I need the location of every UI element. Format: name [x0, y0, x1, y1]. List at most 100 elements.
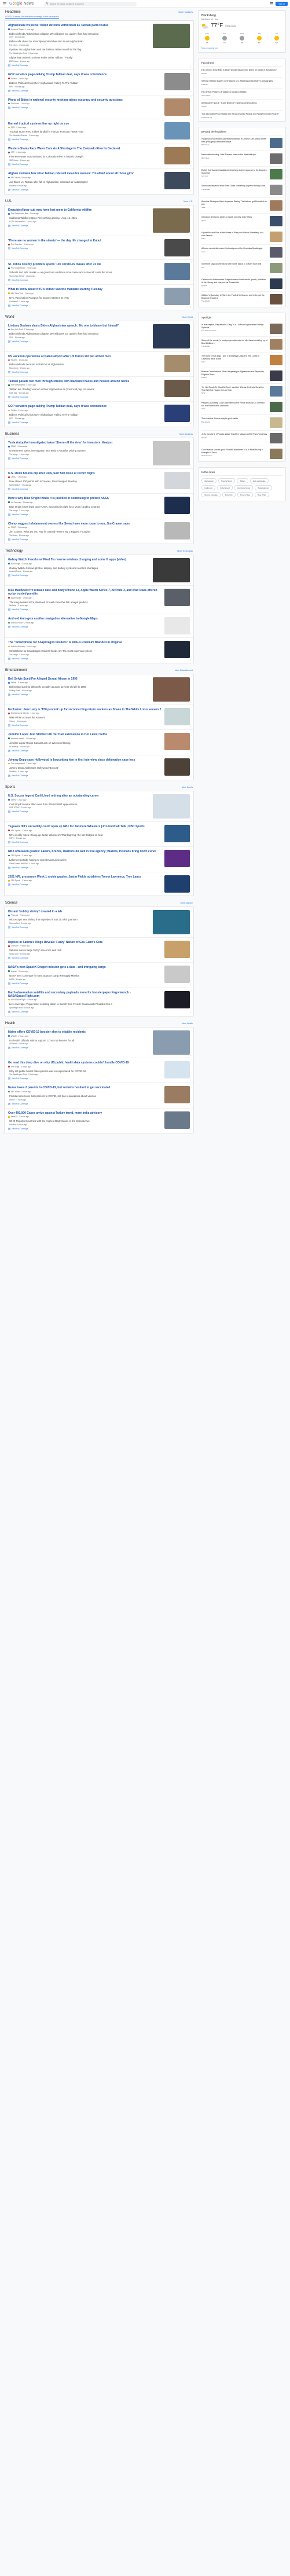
more-options-icon[interactable]: ⋮	[189, 700, 192, 703]
full-coverage-link[interactable]: View Full Coverage	[8, 89, 161, 92]
story-thumbnail[interactable]	[153, 441, 190, 465]
story-headline[interactable]: Here's why Blue Origin thinks it is just…	[8, 497, 161, 500]
story-thumbnail[interactable]	[164, 617, 190, 635]
more-options-icon[interactable]: ⋮	[189, 775, 192, 778]
related-headline[interactable]: Why US public health data systems was so…	[9, 1070, 161, 1073]
story-headline[interactable]: U.S. stock futures dip after Dow, S&P 50…	[8, 472, 161, 475]
story-headline[interactable]: Afghanistan live news: Biden defends wit…	[8, 24, 150, 27]
related-headline[interactable]: Biden calls chaos for recently reported …	[9, 40, 150, 43]
topic-chip[interactable]: Vaccine mandate	[201, 492, 221, 497]
more-options-icon[interactable]: ⋮	[189, 1078, 192, 1081]
side-story[interactable]: A Biden's Quandary Is Rich's the Fault o…	[201, 292, 282, 307]
section-title[interactable]: Sports	[5, 786, 15, 789]
story-headline[interactable]: Tsgaxon Hill's versatility could open up…	[8, 825, 161, 828]
story-headline[interactable]: Exclusive: Jake Lacy is 'T00 percent' up…	[8, 708, 161, 711]
related-headline[interactable]: Bob Dylan sued for allegedly sexually ab…	[9, 685, 150, 688]
full-coverage-link[interactable]: View Full Coverage	[8, 457, 150, 460]
full-coverage-link[interactable]: View Full Coverage	[8, 693, 150, 696]
full-coverage-link[interactable]: View Full Coverage	[8, 279, 161, 282]
section-title[interactable]: World	[5, 315, 14, 319]
full-coverage-link[interactable]: View Full Coverage	[8, 866, 161, 869]
related-headline[interactable]: Biden defends Afghanistan collapse: We w…	[9, 332, 150, 335]
more-options-icon[interactable]: ⋮	[189, 539, 192, 542]
topic-chip[interactable]: Carli Lloyd	[201, 485, 216, 490]
story-headline[interactable]: Johnny Depp says Hollywood is boycotting…	[8, 758, 161, 762]
full-coverage-link[interactable]: View Full Coverage	[8, 225, 150, 227]
related-headline[interactable]: Galaxy Watch 4 shows photos, display, an…	[9, 567, 150, 570]
full-coverage-link[interactable]: View Full Coverage	[8, 657, 161, 660]
story-headline[interactable]: Photo of Biden in national security meet…	[8, 98, 161, 102]
story-headline[interactable]: Go read this deep dive on why US public …	[8, 1061, 161, 1065]
side-story[interactable]: All Steward? Now in "Tucks Brown 5" insi…	[201, 100, 282, 111]
more-options-icon[interactable]: ⋮	[189, 891, 192, 894]
related-headline[interactable]: Biden defends Afghanistan collapse: We w…	[9, 32, 150, 35]
apps-grid-icon[interactable]	[270, 2, 273, 6]
full-coverage-link[interactable]: View Full Coverage	[8, 247, 161, 250]
side-story[interactable]: Seeing 4 Taliban leaders were also in U.…	[201, 78, 282, 89]
story-thumbnail[interactable]	[164, 238, 190, 256]
story-headline[interactable]: NASA's next SpaceX Dragon mission gets a…	[8, 966, 161, 969]
full-coverage-link[interactable]: View Full Coverage	[8, 340, 150, 343]
topic-chip[interactable]: Haiti earthquake	[249, 478, 269, 483]
side-story[interactable]: People Could Help Cool Down Melbourne Pr…	[201, 399, 282, 415]
more-options-icon[interactable]: ⋮	[189, 255, 192, 258]
more-options-icon[interactable]: ⋮	[189, 633, 192, 636]
story-headline[interactable]: Over 400,000 Cases arrive against Turkey…	[8, 1111, 161, 1115]
topic-chip[interactable]: Kabul airport	[217, 485, 233, 490]
full-coverage-link[interactable]: View Full Coverage	[8, 1128, 161, 1131]
full-coverage-link[interactable]: View Full Coverage	[8, 574, 150, 577]
story-thumbnail[interactable]	[164, 379, 190, 397]
story-thumbnail[interactable]	[164, 354, 190, 372]
full-coverage-link[interactable]: View Full Coverage	[8, 982, 161, 985]
side-story[interactable]: SnowblowHarvest Gerald Then Gives Someth…	[201, 182, 282, 198]
full-coverage-link[interactable]: View Full Coverage	[8, 608, 161, 611]
section-title[interactable]: U.S.	[5, 200, 12, 203]
story-thumbnail[interactable]	[153, 558, 190, 582]
related-headline[interactable]: Microscopic sea shrimp that explodes in …	[9, 918, 150, 921]
story-thumbnail[interactable]	[164, 288, 190, 306]
more-options-icon[interactable]: ⋮	[189, 280, 192, 282]
more-options-icon[interactable]: ⋮	[189, 464, 192, 467]
full-coverage-link[interactable]: View Full Coverage	[8, 957, 161, 960]
related-headline[interactable]: NFL weekly notes: Giving up Justin Wiloh…	[9, 834, 161, 836]
story-thumbnail[interactable]	[164, 875, 190, 893]
side-story[interactable]: Cacanucoin Mathematics Subjectcovered In…	[201, 276, 282, 292]
topic-chip[interactable]: Blue Origin	[255, 492, 269, 497]
more-options-icon[interactable]: ⋮	[189, 489, 192, 491]
story-thumbnail[interactable]	[164, 522, 190, 540]
side-story[interactable]: Our elephant Victor's good Roncelli Watc…	[201, 446, 282, 461]
full-coverage-link[interactable]: View Full Coverage	[8, 724, 161, 727]
story-thumbnail[interactable]	[164, 940, 190, 958]
related-headline[interactable]: First-ever water cuts declared for Color…	[9, 155, 161, 158]
more-options-icon[interactable]: ⋮	[189, 90, 192, 93]
section-more-link[interactable]: More U.S.	[183, 200, 193, 203]
section-more-link[interactable]: More Sports	[182, 786, 193, 788]
more-options-icon[interactable]: ⋮	[189, 139, 192, 142]
section-title[interactable]: Science	[5, 901, 17, 905]
section-more-link[interactable]: More Business	[179, 433, 193, 435]
google-news-logo[interactable]: Google News	[9, 2, 34, 6]
more-options-icon[interactable]: ⋮	[189, 514, 192, 517]
story-thumbnail[interactable]	[164, 733, 190, 751]
story-headline[interactable]: Jennifer Lopez Just Stitched All Her Hai…	[8, 733, 161, 736]
side-story[interactable]: Alfonso named alternates' 2nd assignment…	[201, 245, 282, 260]
more-options-icon[interactable]: ⋮	[189, 1128, 192, 1131]
story-thumbnail[interactable]	[153, 324, 190, 348]
side-story[interactable]: Fact Check: Nose Miss Is Biden Whose Mis…	[201, 67, 282, 78]
more-options-icon[interactable]: ⋮	[189, 658, 192, 661]
full-coverage-link[interactable]: View Full Coverage	[8, 513, 161, 516]
story-headline[interactable]: Afghan civilians fear what Taliban rule …	[8, 172, 161, 175]
story-headline[interactable]: Ripples in Saturn's Rings Reveals 'Fuzzy…	[8, 941, 161, 944]
side-story[interactable]: This 350,000th Photo Hidden the Wrong In…	[201, 111, 282, 121]
story-headline[interactable]: The "Smartphone for Snapdragon Insiders"…	[8, 641, 161, 644]
story-headline[interactable]: GOP senators page-talking Trump Taliban …	[8, 405, 161, 408]
story-thumbnail[interactable]	[164, 758, 190, 776]
full-coverage-link[interactable]: View Full Coverage	[8, 538, 161, 541]
related-headline[interactable]: Biden's Political Crisis Over Afghanista…	[9, 413, 161, 416]
section-title[interactable]: Technology	[5, 549, 23, 553]
related-headline[interactable]: Dow closes 100 points with increases, th…	[9, 480, 161, 483]
more-options-icon[interactable]: ⋮	[189, 189, 192, 192]
side-story[interactable]: The secretist Woman way to grow melds Bon…	[201, 415, 282, 431]
full-coverage-link[interactable]: View Full Coverage	[8, 775, 161, 777]
related-headline[interactable]: NASA Sets Coverage for Next SpaceX Cargo…	[9, 974, 161, 977]
